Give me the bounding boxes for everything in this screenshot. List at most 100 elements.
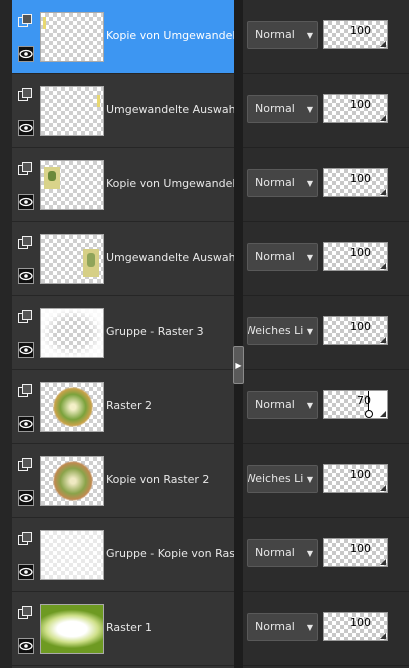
opacity-value: 100 bbox=[350, 24, 371, 37]
layer-thumbnail[interactable] bbox=[40, 530, 104, 580]
opacity-marker[interactable] bbox=[368, 391, 369, 411]
layer-thumbnail[interactable] bbox=[40, 160, 104, 210]
layer-name[interactable]: Umgewandelte Auswahl bbox=[106, 251, 234, 264]
layer-group-icon[interactable] bbox=[18, 532, 32, 545]
layer-properties-cell: Normal ▼ 100 bbox=[243, 518, 409, 592]
chevron-down-icon[interactable]: ▼ bbox=[303, 614, 317, 640]
chevron-down-icon[interactable]: ▼ bbox=[303, 96, 317, 122]
opacity-slider[interactable]: 100 bbox=[323, 94, 388, 123]
blend-mode-select[interactable]: Normal ▼ bbox=[247, 21, 318, 49]
layer-name[interactable]: Kopie von Umgewandelte Auswahl bbox=[106, 177, 234, 190]
eye-icon[interactable] bbox=[18, 120, 34, 136]
eye-icon[interactable] bbox=[18, 46, 34, 62]
blend-mode-select[interactable]: Normal ▼ bbox=[247, 243, 318, 271]
opacity-slider[interactable]: 100 bbox=[323, 242, 388, 271]
opacity-value: 100 bbox=[350, 172, 371, 185]
layer-name[interactable]: Umgewandelte Auswahl bbox=[106, 103, 234, 116]
resize-corner-icon bbox=[380, 263, 386, 269]
eye-icon[interactable] bbox=[18, 416, 34, 432]
layer-group-icon[interactable] bbox=[18, 606, 32, 619]
chevron-down-icon[interactable]: ▼ bbox=[303, 244, 317, 270]
blend-mode-select[interactable]: Weiches Licht ▼ bbox=[247, 317, 318, 345]
chevron-down-icon[interactable]: ▼ bbox=[303, 392, 317, 418]
layer-name-cell[interactable]: Gruppe - Kopie von Raster 1 bbox=[12, 518, 234, 592]
chevron-down-icon[interactable]: ▼ bbox=[303, 170, 317, 196]
layer-name[interactable]: Gruppe - Kopie von Raster 1 bbox=[106, 547, 234, 560]
layer-group-icon[interactable] bbox=[18, 310, 32, 323]
layer-properties-cell: Normal ▼ 100 bbox=[243, 74, 409, 148]
resize-corner-icon bbox=[380, 485, 386, 491]
layer-thumbnail[interactable] bbox=[40, 456, 104, 506]
opacity-handle[interactable] bbox=[365, 410, 373, 418]
chevron-down-icon[interactable]: ▼ bbox=[303, 22, 317, 48]
opacity-slider[interactable]: 100 bbox=[323, 20, 388, 49]
layer-group-icon[interactable] bbox=[18, 88, 32, 101]
eye-icon[interactable] bbox=[18, 342, 34, 358]
layer-row[interactable]: Raster 1 Normal ▼ 100 bbox=[12, 592, 409, 666]
layer-name-cell[interactable]: Kopie von Umgewandelte Auswahl bbox=[12, 0, 234, 74]
layer-name-cell[interactable]: Gruppe - Raster 3 bbox=[12, 296, 234, 370]
layer-thumbnail[interactable] bbox=[40, 86, 104, 136]
layer-name-cell[interactable]: Raster 1 bbox=[12, 592, 234, 666]
opacity-slider[interactable]: 100 bbox=[323, 612, 388, 641]
blend-mode-value: Normal bbox=[255, 546, 295, 559]
blend-mode-value: Normal bbox=[255, 28, 295, 41]
resize-corner-icon bbox=[380, 189, 386, 195]
blend-mode-select[interactable]: Normal ▼ bbox=[247, 539, 318, 567]
layer-group-icon[interactable] bbox=[18, 162, 32, 175]
blend-mode-select[interactable]: Normal ▼ bbox=[247, 391, 318, 419]
layer-name[interactable]: Kopie von Raster 2 bbox=[106, 473, 234, 486]
blend-mode-select[interactable]: Normal ▼ bbox=[247, 169, 318, 197]
resize-corner-icon bbox=[380, 337, 386, 343]
layer-thumbnail[interactable] bbox=[40, 382, 104, 432]
layer-row[interactable]: Kopie von Umgewandelte Auswahl Normal ▼ … bbox=[12, 0, 409, 74]
eye-icon[interactable] bbox=[18, 194, 34, 210]
chevron-down-icon[interactable]: ▼ bbox=[303, 466, 317, 492]
layer-row[interactable]: Kopie von Raster 2 Weiches Licht ▼ 100 bbox=[12, 444, 409, 518]
layer-name[interactable]: Raster 2 bbox=[106, 399, 234, 412]
layer-group-icon[interactable] bbox=[18, 384, 32, 397]
opacity-slider[interactable]: 100 bbox=[323, 316, 388, 345]
layer-row[interactable]: Raster 2 Normal ▼ 70 bbox=[12, 370, 409, 444]
chevron-down-icon[interactable]: ▼ bbox=[303, 540, 317, 566]
layer-row[interactable]: Umgewandelte Auswahl Normal ▼ 100 bbox=[12, 74, 409, 148]
layer-thumbnail[interactable] bbox=[40, 308, 104, 358]
layer-row[interactable]: Kopie von Umgewandelte Auswahl Normal ▼ … bbox=[12, 148, 409, 222]
opacity-value: 100 bbox=[350, 616, 371, 629]
resize-corner-icon bbox=[380, 411, 386, 417]
layer-thumbnail[interactable] bbox=[40, 12, 104, 62]
opacity-slider[interactable]: 100 bbox=[323, 168, 388, 197]
layer-name-cell[interactable]: Umgewandelte Auswahl bbox=[12, 74, 234, 148]
layer-group-icon[interactable] bbox=[18, 14, 32, 27]
layer-group-icon[interactable] bbox=[18, 458, 32, 471]
layer-row[interactable]: Gruppe - Kopie von Raster 1 Normal ▼ 100 bbox=[12, 518, 409, 592]
blend-mode-select[interactable]: Normal ▼ bbox=[247, 95, 318, 123]
layer-name-cell[interactable]: Raster 2 bbox=[12, 370, 234, 444]
blend-mode-value: Normal bbox=[255, 176, 295, 189]
blend-mode-select[interactable]: Normal ▼ bbox=[247, 613, 318, 641]
layer-group-icon[interactable] bbox=[18, 236, 32, 249]
layer-row[interactable]: Umgewandelte Auswahl Normal ▼ 100 bbox=[12, 222, 409, 296]
eye-icon[interactable] bbox=[18, 268, 34, 284]
layer-name[interactable]: Raster 1 bbox=[106, 621, 234, 634]
eye-icon[interactable] bbox=[18, 490, 34, 506]
chevron-down-icon[interactable]: ▼ bbox=[303, 318, 317, 344]
layer-name-cell[interactable]: Kopie von Raster 2 bbox=[12, 444, 234, 518]
layer-properties-cell: Normal ▼ 100 bbox=[243, 222, 409, 296]
layer-name[interactable]: Gruppe - Raster 3 bbox=[106, 325, 234, 338]
opacity-slider[interactable]: 100 bbox=[323, 464, 388, 493]
opacity-slider[interactable]: 100 bbox=[323, 538, 388, 567]
layer-row[interactable]: Gruppe - Raster 3 Weiches Licht ▼ 100 bbox=[12, 296, 409, 370]
layer-thumbnail[interactable] bbox=[40, 604, 104, 654]
layer-properties-cell: Normal ▼ 100 bbox=[243, 148, 409, 222]
splitter-handle[interactable]: ▶ bbox=[233, 346, 244, 384]
eye-icon[interactable] bbox=[18, 638, 34, 654]
opacity-slider[interactable]: 70 bbox=[323, 390, 388, 419]
blend-mode-select[interactable]: Weiches Licht ▼ bbox=[247, 465, 318, 493]
panel-edge bbox=[0, 0, 12, 668]
eye-icon[interactable] bbox=[18, 564, 34, 580]
layer-name-cell[interactable]: Umgewandelte Auswahl bbox=[12, 222, 234, 296]
layer-name[interactable]: Kopie von Umgewandelte Auswahl bbox=[106, 29, 234, 42]
layer-thumbnail[interactable] bbox=[40, 234, 104, 284]
layer-name-cell[interactable]: Kopie von Umgewandelte Auswahl bbox=[12, 148, 234, 222]
